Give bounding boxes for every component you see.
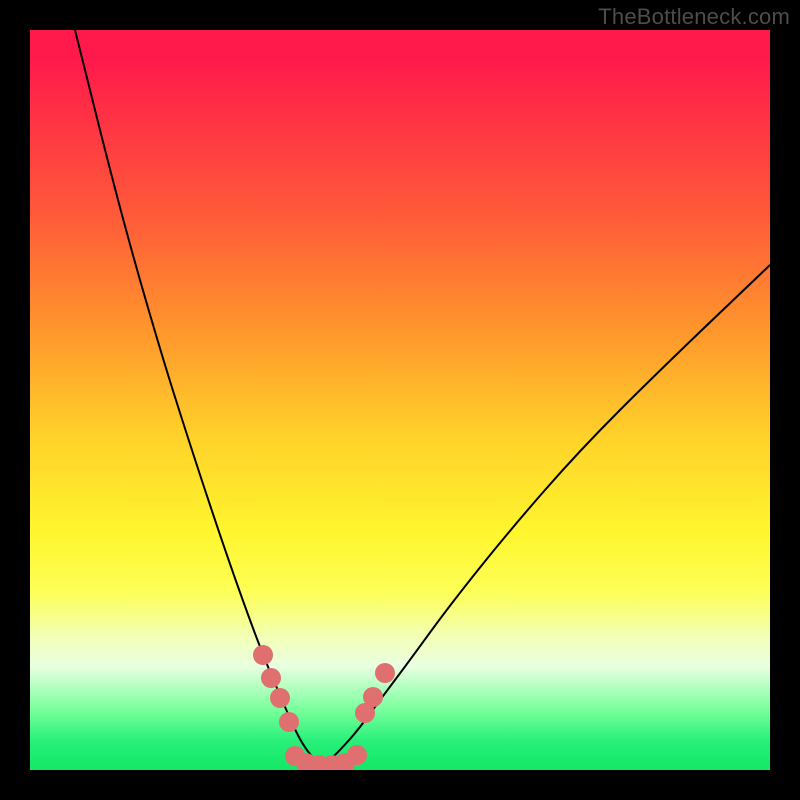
plot-area <box>30 30 770 770</box>
chart-frame: TheBottleneck.com <box>0 0 800 800</box>
marker-dot <box>347 745 367 765</box>
marker-dot <box>279 712 299 732</box>
marker-dot <box>270 688 290 708</box>
right-curve <box>322 265 770 766</box>
marker-dot <box>375 663 395 683</box>
marker-dot <box>363 687 383 707</box>
marker-dot <box>261 668 281 688</box>
left-curve <box>75 30 322 766</box>
curves-svg <box>30 30 770 770</box>
marker-dot <box>253 645 273 665</box>
watermark-text: TheBottleneck.com <box>598 4 790 30</box>
